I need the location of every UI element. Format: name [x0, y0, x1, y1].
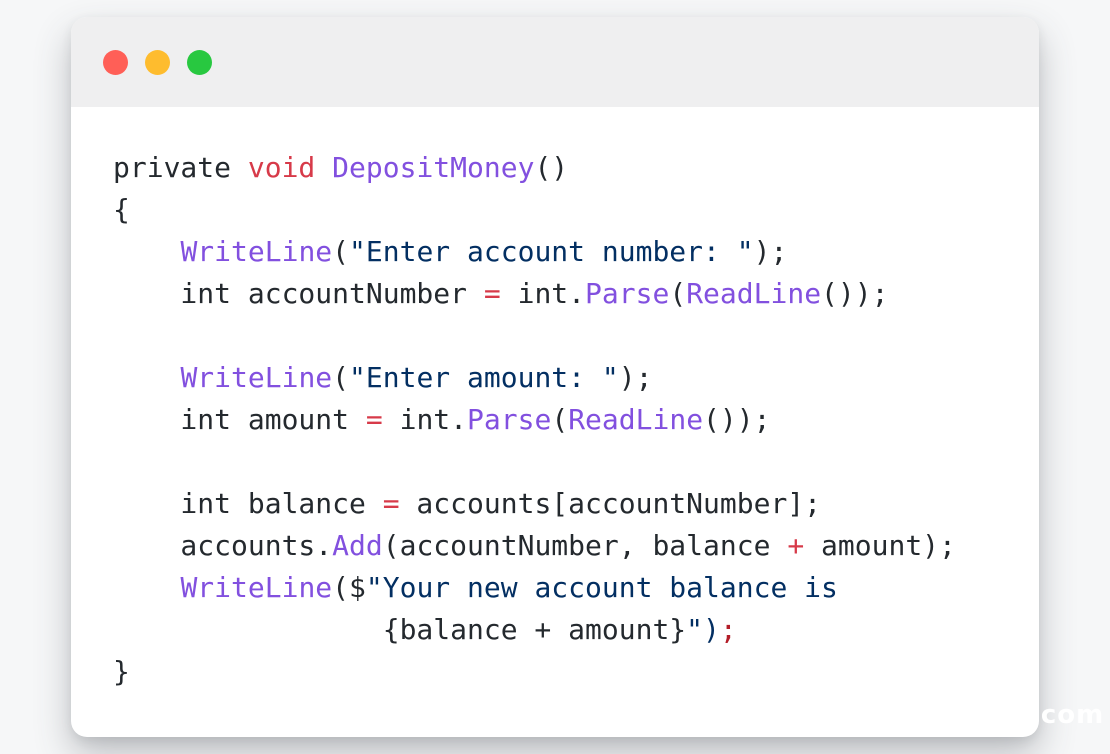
- code-token: "Enter amount: ": [349, 361, 619, 394]
- code-token: "): [686, 613, 720, 646]
- code-token: int.: [382, 403, 468, 436]
- code-token: ;: [719, 613, 737, 646]
- code-token: {: [113, 193, 130, 226]
- code-line: {balance + amount}");: [113, 609, 956, 651]
- window-titlebar: [71, 17, 1039, 107]
- code-token: =: [483, 277, 501, 310]
- code-token: WriteLine: [180, 571, 333, 604]
- code-token: ReadLine: [568, 403, 704, 436]
- code-line: {: [113, 189, 956, 231]
- code-token: ReadLine: [686, 277, 822, 310]
- code-token: (: [551, 403, 569, 436]
- code-line: int balance = accounts[accountNumber];: [113, 483, 956, 525]
- code-token: private: [113, 151, 248, 184]
- page: private void DepositMoney(){ WriteLine("…: [0, 0, 1110, 754]
- code-token: ());: [821, 277, 889, 310]
- code-token: WriteLine: [180, 361, 333, 394]
- watermark: .com: [1030, 700, 1105, 730]
- code-token: amount);: [804, 529, 956, 562]
- code-token: Parse: [585, 277, 670, 310]
- code-token: accounts[accountNumber];: [399, 487, 822, 520]
- code-window: private void DepositMoney(){ WriteLine("…: [71, 17, 1039, 737]
- code-token: Parse: [467, 403, 552, 436]
- code-token: (accountNumber, balance: [382, 529, 788, 562]
- code-line: private void DepositMoney(): [113, 147, 956, 189]
- code-token: accounts.: [113, 529, 333, 562]
- code-line: WriteLine($"Your new account balance is: [113, 567, 956, 609]
- code-token: void: [247, 151, 316, 184]
- code-line: accounts.Add(accountNumber, balance + am…: [113, 525, 956, 567]
- code-token: (: [332, 361, 350, 394]
- code-line: }: [113, 651, 956, 693]
- code-line: ​: [113, 315, 956, 357]
- code-token: (): [534, 151, 569, 184]
- code-token: int amount: [113, 403, 366, 436]
- code-line: int accountNumber = int.Parse(ReadLine()…: [113, 273, 956, 315]
- zoom-window-button[interactable]: [187, 50, 212, 75]
- code-token: =: [365, 403, 383, 436]
- code-token: Add: [332, 529, 383, 562]
- code-token: "Enter account number: ": [349, 235, 754, 268]
- code-token: (: [669, 277, 687, 310]
- code-token: {balance + amount}: [113, 613, 687, 646]
- code-token: int accountNumber: [113, 277, 484, 310]
- code-token: );: [753, 235, 788, 268]
- close-window-button[interactable]: [103, 50, 128, 75]
- code-token: =: [382, 487, 400, 520]
- code-token: WriteLine: [180, 235, 333, 268]
- code-token: int.: [500, 277, 586, 310]
- code-block: private void DepositMoney(){ WriteLine("…: [113, 147, 956, 693]
- code-token: }: [113, 655, 130, 688]
- code-token: (: [332, 235, 350, 268]
- code-token: "Your new account balance is: [365, 571, 838, 604]
- code-token: int balance: [113, 487, 383, 520]
- code-token: DepositMoney: [332, 151, 535, 184]
- code-line: WriteLine("Enter account number: ");: [113, 231, 956, 273]
- code-line: int amount = int.Parse(ReadLine());: [113, 399, 956, 441]
- code-line: ​: [113, 441, 956, 483]
- code-line: WriteLine("Enter amount: ");: [113, 357, 956, 399]
- code-token: ());: [703, 403, 771, 436]
- minimize-window-button[interactable]: [145, 50, 170, 75]
- code-token: );: [618, 361, 653, 394]
- code-token: ($: [332, 571, 366, 604]
- code-token: +: [787, 529, 805, 562]
